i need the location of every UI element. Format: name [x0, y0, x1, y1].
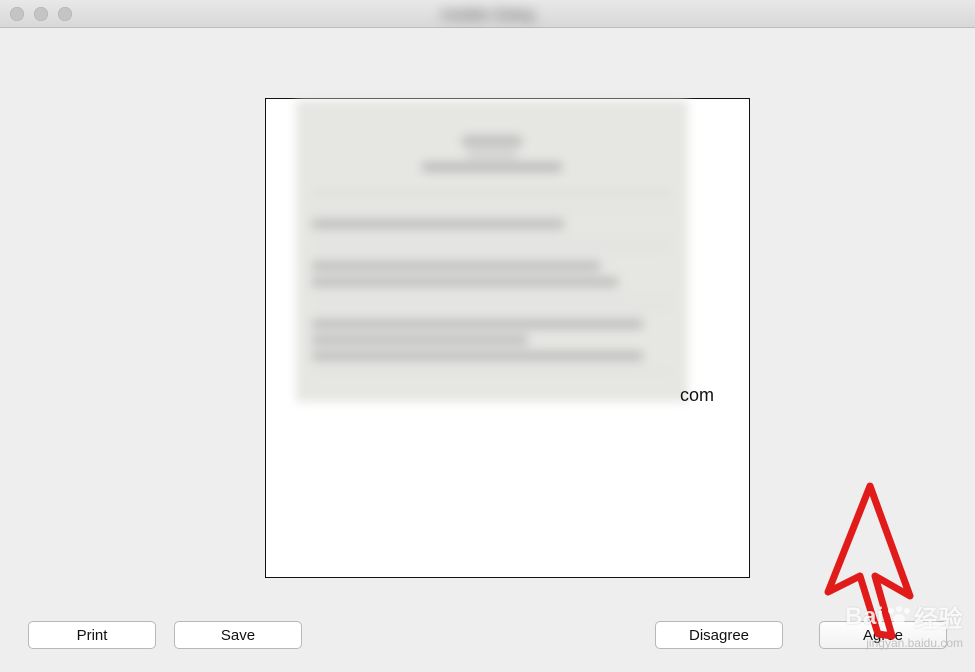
watermark-brand-suffix: 经验 [914, 599, 963, 634]
blurred-license-content [296, 100, 688, 402]
watermark-logo: Bai 经验 [845, 599, 963, 634]
paw-icon [888, 606, 910, 628]
watermark-brand-prefix: Bai [845, 603, 884, 631]
window-controls [10, 7, 72, 21]
window-title: Installer Dialog [441, 6, 534, 22]
titlebar: Installer Dialog [0, 0, 975, 28]
print-button[interactable]: Print [28, 621, 156, 649]
watermark-subtext: jingyan.baidu.com [866, 636, 963, 650]
save-button[interactable]: Save [174, 621, 302, 649]
zoom-window-button[interactable] [58, 7, 72, 21]
content-area: com [0, 28, 975, 672]
disagree-button[interactable]: Disagree [655, 621, 783, 649]
button-bar: Print Save Disagree Agree [0, 612, 975, 672]
license-text-fragment: com [680, 385, 714, 406]
minimize-window-button[interactable] [34, 7, 48, 21]
window: Installer Dialog com [0, 0, 975, 672]
close-window-button[interactable] [10, 7, 24, 21]
